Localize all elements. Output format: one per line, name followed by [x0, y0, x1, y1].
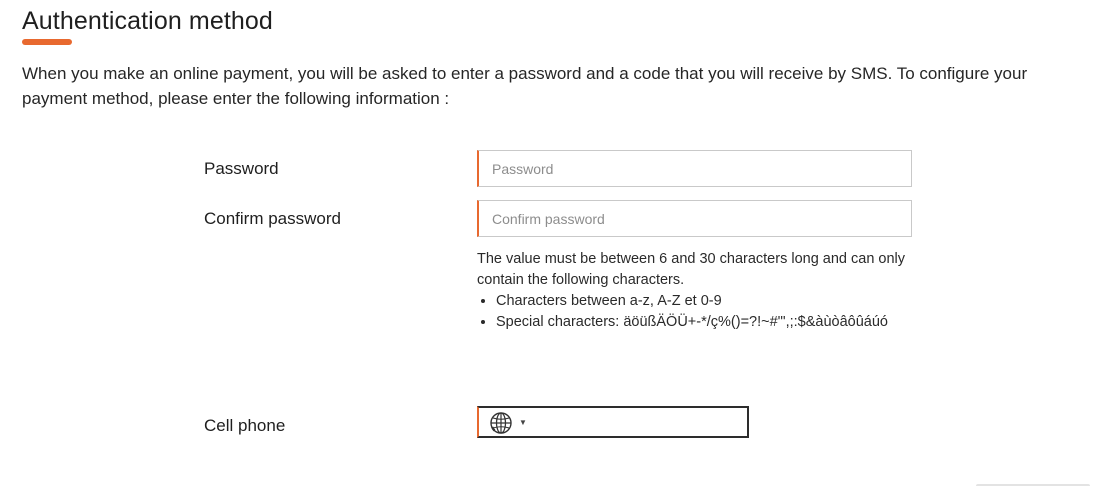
- confirm-password-label: Confirm password: [204, 209, 341, 228]
- cell-phone-field: ▼: [477, 406, 749, 438]
- password-rule-item: Special characters: äöüßÄÖÜ+-*/ç%()=?!~#…: [496, 312, 907, 333]
- confirm-password-input[interactable]: [477, 200, 912, 237]
- password-label: Password: [204, 159, 279, 178]
- cell-phone-label: Cell phone: [204, 416, 286, 435]
- page-title: Authentication method: [22, 7, 273, 35]
- cell-phone-input[interactable]: [534, 408, 748, 438]
- intro-text: When you make an online payment, you wil…: [22, 64, 1028, 108]
- password-rules-text: The value must be between 6 and 30 chara…: [477, 251, 906, 288]
- caret-down-icon: ▼: [519, 418, 527, 427]
- authentication-page: Authentication method When you make an o…: [0, 0, 1108, 486]
- password-rule-item: Characters between a-z, A-Z et 0-9: [496, 291, 907, 312]
- password-rules-list: Characters between a-z, A-Z et 0-9 Speci…: [477, 291, 907, 333]
- globe-icon: [490, 412, 512, 434]
- title-underline: [22, 39, 72, 45]
- password-input[interactable]: [477, 150, 912, 187]
- country-code-dropdown[interactable]: ▼: [489, 411, 527, 435]
- password-rules-hint: The value must be between 6 and 30 chara…: [477, 249, 907, 333]
